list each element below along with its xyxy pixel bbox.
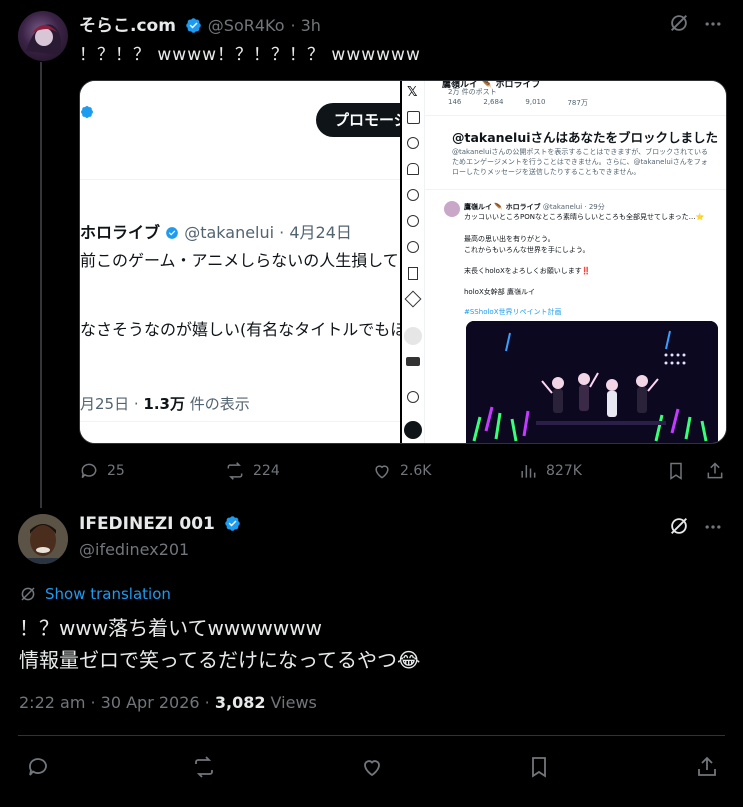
views-icon [521,465,536,478]
bell-icon [407,163,419,175]
media-right-stat: 787万 [567,99,588,107]
concert-scene [466,321,718,443]
bookmark-icon[interactable] [527,755,551,779]
compose-icon [404,327,422,345]
media-left-line2: なさそうなのが嬉しい(有名なタイトルでもほ [80,320,407,339]
like-button[interactable]: 2.6K [372,461,431,481]
bookmark-icon[interactable] [666,461,686,481]
badge-icon [406,357,420,366]
media-left-author: ホロライブ [80,223,161,242]
more-icon[interactable] [703,14,723,34]
views-count: 3,082 [214,693,266,712]
media-right-tweet-line1: カッコいいところPONなところ素晴らしいところも全部見せてしまった…⭐ [464,213,705,221]
concert-image [466,321,718,443]
post-text: ！？！？ wwww！？！？！？ wwwwww [79,45,421,65]
post-media[interactable]: プロモージ ホロライブ @takanelui · 4月24日 前このゲーム・アニ… [79,80,727,444]
communities-icon [407,241,419,253]
reply-count: 25 [107,463,125,479]
media-right-hashtag: #SSholoX世界リペイント計画 [464,308,562,316]
views-label: Views [265,693,317,712]
repost-count: 224 [253,463,280,479]
bookmark-icon [408,267,418,280]
avatar-photo [18,514,68,564]
blocked-title: @takaneluiさんはあなたをブロックしました [452,130,719,145]
rocket-icon [404,290,422,308]
media-left-views-suffix: 件の表示 [184,395,250,413]
reply-icon [81,463,97,479]
avatar [444,201,460,217]
verified-icon [166,227,178,239]
media-left-date: 月25日 · [80,395,144,413]
verified-icon [225,516,240,531]
media-right-tweet-line4: 末長くholoXをよろしくお願いします‼️ [464,267,591,275]
views-button[interactable]: 827K [518,461,582,481]
like-icon [375,465,389,479]
verified-icon [81,106,93,118]
show-translation-link[interactable]: Show translation [19,585,171,603]
media-right-tweet-line5: holoX女幹部 鷹嶺ルイ [464,288,535,296]
blocked-body: @takaneluiさんの公開ポストを表示することはできますが、ブロックされてい… [452,148,708,176]
like-count: 2.6K [400,463,432,479]
avatar[interactable] [18,11,68,61]
avatar[interactable] [18,514,68,564]
grok-icon [407,215,419,227]
post-timestamp[interactable]: 2:22 am · 30 Apr 2026 · [19,693,215,712]
more-circle-icon [407,391,419,403]
media-right-stat: 2,684 [483,98,504,106]
thread-line [40,62,42,508]
message-icon [407,189,419,201]
media-left-screenshot: プロモージ ホロライブ @takanelui · 4月24日 前このゲーム・アニ… [80,81,434,443]
media-right-tweet-handle: @takanelui · 29分 [542,203,605,211]
reply-icon[interactable] [26,755,50,779]
repost-icon [227,462,243,480]
post-text-line1: ！？www落ち着いてwwwwwww [19,616,322,640]
verified-icon [186,18,201,33]
views-count: 827K [546,463,582,479]
media-right-tweet-author: 鷹嶺ルイ 🪶 ホロライブ [464,203,541,211]
search-icon [407,137,419,149]
handle[interactable]: @ifedinex201 [79,540,189,559]
media-left-handle: @takanelui · 4月24日 [184,223,352,242]
more-icon[interactable] [703,517,723,537]
media-right-tweet-line2: 最高の思い出を有りがとう。 [464,235,555,243]
translate-icon [21,587,35,601]
like-icon[interactable] [360,755,384,779]
media-right-tweet-line3: これからもいろんな世界を手にしよう。 [464,246,590,254]
media-left-views: 1.3万 [143,395,185,413]
display-name[interactable]: IFEDINEZI 001 [79,514,215,534]
display-name[interactable]: そらこ.com [79,16,176,36]
share-icon[interactable] [705,461,725,481]
reply-button[interactable]: 25 [79,461,125,481]
media-right-stat: 146 [448,98,462,106]
handle[interactable]: @SoR4Ko [208,16,285,35]
repost-icon[interactable] [192,755,216,779]
grok-icon[interactable] [668,12,690,34]
media-right-screenshot: 𝕏 鷹嶺ルイ 🪶 ホロライブ 2万 件のポスト 146 2,684 9,010 … [402,81,726,443]
home-icon [407,111,420,124]
post-button-icon [404,421,422,439]
repost-button[interactable]: 224 [225,461,280,481]
media-left-line1: 前このゲーム・アニメしらないの人生損して [80,251,399,270]
share-icon[interactable] [695,755,719,779]
avatar-art [26,24,61,55]
grok-icon[interactable] [668,515,690,537]
show-translation-label: Show translation [45,585,171,603]
x-logo-icon: 𝕏 [407,85,418,100]
post-text-line2: 情報量ゼロで笑ってるだけになってるやつ😂 [19,648,421,672]
media-right-stat: 9,010 [525,98,546,106]
timestamp[interactable]: · 3h [290,16,321,35]
media-right-header-posts: 2万 件のポスト [448,88,497,96]
